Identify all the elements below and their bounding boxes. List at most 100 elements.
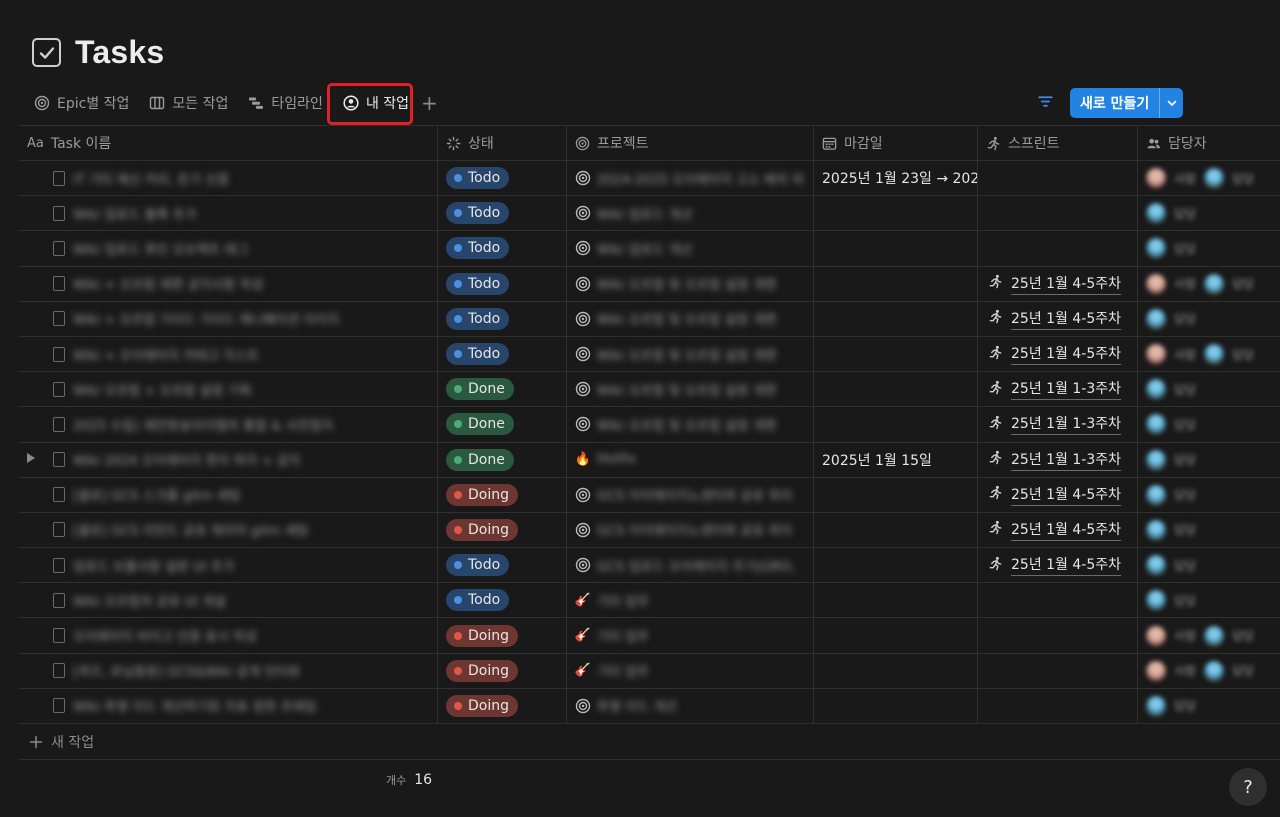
table-row[interactable]: [클로] GCS 스크롤 gitm 세팅 Doing GCS 이이에이지노센터와… bbox=[19, 477, 1280, 513]
project-cell[interactable]: Wiki 오르럼 및 오르럼 설정 개편 bbox=[567, 336, 814, 372]
expand-arrow-icon[interactable] bbox=[27, 452, 35, 463]
sprint-cell[interactable]: 25년 1월 1-3주차 bbox=[978, 372, 1138, 407]
task-name-cell[interactable]: 2025 수립) 제안방송아이템의 통합 & 사전점지 bbox=[19, 407, 438, 442]
tab-timeline[interactable]: 타임라인 bbox=[246, 88, 325, 118]
due-cell[interactable] bbox=[814, 477, 978, 512]
owner-cell[interactable]: 사람 담당 bbox=[1138, 618, 1280, 652]
sprint-cell[interactable] bbox=[978, 161, 1138, 196]
project-name[interactable]: Wiki 오르럼 및 오르럼 설정 개편 bbox=[597, 309, 777, 328]
status-cell[interactable]: Todo bbox=[438, 301, 567, 336]
project-cell[interactable]: Wiki 업로드 개선 bbox=[567, 231, 814, 266]
task-name-cell[interactable]: Wiki 업로드 후인 오브젝트 테그 bbox=[19, 231, 438, 266]
owner-cell[interactable]: 사람 담당 bbox=[1138, 654, 1280, 688]
sprint-link[interactable]: 25년 1월 1-3주차 bbox=[986, 413, 1122, 436]
table-row[interactable]: Wiki 오르럼의 공유 UI 개설 Todo 🎸 기타 업무 담당 bbox=[19, 583, 1280, 619]
sprint-link[interactable]: 25년 1월 4-5주차 bbox=[986, 273, 1122, 295]
project-name[interactable]: 기타 업무 bbox=[597, 626, 649, 645]
status-cell[interactable]: Done bbox=[438, 372, 567, 407]
project-cell[interactable]: 2024-2025 오이에어지 고소 배치 외 bbox=[567, 161, 814, 196]
sprint-link[interactable]: 25년 1월 4-5주차 bbox=[986, 484, 1122, 506]
status-cell[interactable]: Todo bbox=[438, 583, 567, 618]
status-cell[interactable]: Done bbox=[438, 407, 567, 442]
task-name-cell[interactable]: Wiki 2024 오이에어지 편지 하지 + 공지 bbox=[19, 442, 438, 477]
sprint-link[interactable]: 25년 1월 4-5주차 bbox=[986, 554, 1122, 577]
sprint-cell[interactable] bbox=[978, 231, 1138, 266]
task-name-cell[interactable]: Wiki 오르럼 + 오르럼 설정 기획 bbox=[19, 372, 438, 407]
sprint-cell[interactable]: 25년 1월 1-3주차 bbox=[978, 407, 1138, 442]
task-name-cell[interactable]: Wiki + 오이에어지 카테고 지스트 bbox=[19, 336, 438, 372]
sprint-cell[interactable]: 25년 1월 4-5주차 bbox=[978, 512, 1138, 548]
table-row[interactable]: Wiki 2024 오이에어지 편지 하지 + 공지 Done 🔥 Hotfix… bbox=[19, 442, 1280, 478]
status-cell[interactable]: Todo bbox=[438, 231, 567, 266]
column-header-owner[interactable]: 담당자 bbox=[1138, 126, 1280, 160]
project-name[interactable]: 기타 업무 bbox=[597, 591, 649, 610]
status-cell[interactable]: Doing bbox=[438, 688, 567, 723]
owner-cell[interactable]: 담당 bbox=[1138, 513, 1280, 547]
column-header-due[interactable]: 마감일 bbox=[814, 126, 978, 160]
task-name-cell[interactable]: Wiki 오르럼의 공유 UI 개설 bbox=[19, 583, 438, 618]
task-name-cell[interactable]: [퀴즈, 로님동랑] GCS&Wiki 공개 인터뷰 bbox=[19, 653, 438, 688]
add-task-button[interactable]: 새 작업 bbox=[19, 724, 1280, 760]
due-cell[interactable] bbox=[814, 407, 978, 442]
status-cell[interactable]: Doing bbox=[438, 618, 567, 653]
project-name[interactable]: 2024-2025 오이에어지 고소 배치 외 bbox=[597, 169, 804, 188]
owner-cell[interactable]: 담당 bbox=[1138, 302, 1280, 336]
owner-cell[interactable]: 사람 담당 bbox=[1138, 337, 1280, 371]
sprint-cell[interactable] bbox=[978, 618, 1138, 653]
project-cell[interactable]: 🎸 기타 업무 bbox=[567, 618, 814, 653]
task-name-cell[interactable]: 업로드 브롤사람 설문 UI 추가 bbox=[19, 548, 438, 583]
project-name[interactable]: Wiki 오르럼 및 오르럼 설정 개편 bbox=[597, 274, 777, 293]
new-button-main[interactable]: 새로 만들기 bbox=[1070, 88, 1159, 118]
project-name[interactable]: 기타 업무 bbox=[597, 661, 649, 680]
due-cell[interactable] bbox=[814, 196, 978, 231]
owner-cell[interactable]: 담당 bbox=[1138, 548, 1280, 582]
due-cell[interactable] bbox=[814, 301, 978, 336]
status-cell[interactable]: Todo bbox=[438, 266, 567, 301]
sprint-cell[interactable]: 25년 1월 4-5주차 bbox=[978, 548, 1138, 583]
owner-cell[interactable]: 담당 bbox=[1138, 443, 1280, 477]
project-name[interactable]: GCS 업로드 오이에이지 주기(GRO, bbox=[597, 556, 795, 575]
sprint-cell[interactable]: 25년 1월 4-5주차 bbox=[978, 266, 1138, 301]
status-cell[interactable]: Doing bbox=[438, 512, 567, 548]
task-name-cell[interactable]: Wiki 투명 이드 개선하기된 지표 정한 프레임 bbox=[19, 688, 438, 723]
project-cell[interactable]: 🎸 기타 업무 bbox=[567, 653, 814, 688]
table-row[interactable]: Wiki + 오르럼 재편 공지사항 작성 Todo Wiki 오르럼 및 오르… bbox=[19, 266, 1280, 302]
column-header-name[interactable]: Aa Task 이름 bbox=[19, 126, 438, 160]
tab-epic[interactable]: Epic별 작업 bbox=[32, 88, 131, 118]
project-cell[interactable]: GCS 이이에이지노센터와 공유 최이 bbox=[567, 477, 814, 512]
column-header-project[interactable]: 프로젝트 bbox=[567, 126, 814, 160]
project-cell[interactable]: 🎸 기타 업무 bbox=[567, 583, 814, 618]
owner-cell[interactable]: 사람 담당 bbox=[1138, 267, 1280, 301]
owner-cell[interactable]: 담당 bbox=[1138, 196, 1280, 230]
column-header-sprint[interactable]: 스프린트 bbox=[978, 126, 1138, 160]
due-cell[interactable] bbox=[814, 688, 978, 723]
add-view-icon[interactable]: + bbox=[421, 91, 438, 115]
table-row[interactable]: 업로드 브롤사람 설문 UI 추가 Todo GCS 업로드 오이에이지 주기(… bbox=[19, 548, 1280, 584]
project-name[interactable]: Wiki 업로드 개선 bbox=[597, 204, 692, 223]
task-name-cell[interactable]: Wiki + 오르럼 재편 공지사항 작성 bbox=[19, 266, 438, 301]
project-cell[interactable]: Wiki 오르럼 및 오르럼 설정 개편 bbox=[567, 266, 814, 301]
owner-cell[interactable]: 담당 bbox=[1138, 407, 1280, 441]
table-row[interactable]: [퀴즈, 로님동랑] GCS&Wiki 공개 인터뷰 Doing 🎸 기타 업무… bbox=[19, 653, 1280, 689]
owner-cell[interactable]: 담당 bbox=[1138, 689, 1280, 723]
project-name[interactable]: Wiki 업로드 개선 bbox=[597, 239, 692, 258]
table-row[interactable]: Wiki 업로드 블록 추가 Todo Wiki 업로드 개선 담당 bbox=[19, 196, 1280, 232]
sprint-cell[interactable]: 25년 1월 1-3주차 bbox=[978, 442, 1138, 477]
table-row[interactable]: 2025 수립) 제안방송아이템의 통합 & 사전점지 Done Wiki 오르… bbox=[19, 407, 1280, 443]
project-cell[interactable]: 🔥 Hotfix bbox=[567, 442, 814, 477]
task-name-cell[interactable]: Wiki + 오르럼 가이드 가이드 매니페이션 이이지 bbox=[19, 301, 438, 336]
sprint-link[interactable]: 25년 1월 4-5주차 bbox=[986, 343, 1122, 366]
table-row[interactable]: 오이에어지 비이고 인증 표시 작성 Doing 🎸 기타 업무 사람 담당 bbox=[19, 618, 1280, 654]
task-name-cell[interactable]: [클로] GCS 리턴드 공유 재리미 gitm 세팅 bbox=[19, 512, 438, 548]
owner-cell[interactable]: 담당 bbox=[1138, 478, 1280, 512]
tab-all[interactable]: 모든 작업 bbox=[147, 88, 230, 118]
status-cell[interactable]: Todo bbox=[438, 161, 567, 196]
owner-cell[interactable]: 담당 bbox=[1138, 231, 1280, 265]
sprint-link[interactable]: 25년 1월 4-5주차 bbox=[986, 308, 1122, 330]
table-row[interactable]: Wiki 투명 이드 개선하기된 지표 정한 프레임 Doing 투명 이드 개… bbox=[19, 688, 1280, 724]
status-cell[interactable]: Todo bbox=[438, 196, 567, 231]
due-cell[interactable] bbox=[814, 618, 978, 653]
project-cell[interactable]: Wiki 업로드 개선 bbox=[567, 196, 814, 231]
project-name[interactable]: GCS 이이에이지노센터와 공유 최이 bbox=[597, 485, 792, 504]
project-name[interactable]: Wiki 오르럼 및 오르럼 설정 개편 bbox=[597, 415, 777, 434]
